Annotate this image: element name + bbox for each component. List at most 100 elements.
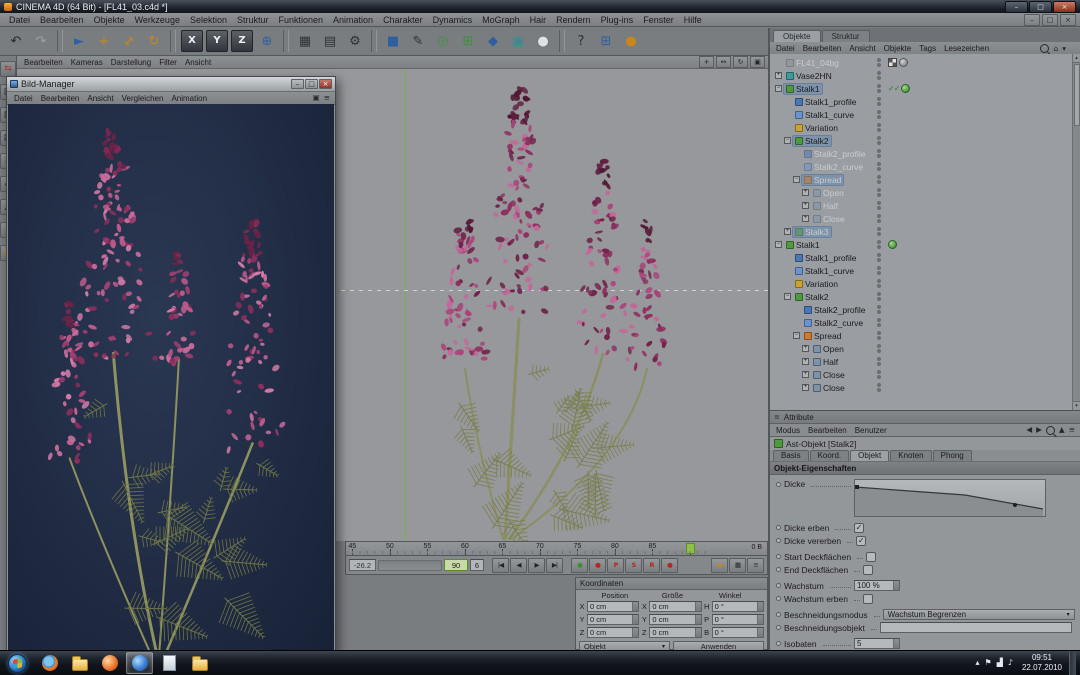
object-label[interactable]: Variation <box>805 279 838 289</box>
object-state-icons[interactable] <box>888 58 932 67</box>
object-label[interactable]: Spread <box>814 331 841 341</box>
viewport-menu-item[interactable]: Bearbeiten <box>20 58 67 67</box>
object-label[interactable]: Close <box>823 214 845 224</box>
make-editable-icon[interactable]: ⇆ <box>0 61 16 77</box>
spinner-icon[interactable] <box>757 615 763 624</box>
object-label[interactable]: Variation <box>805 123 838 133</box>
prev-frame-icon[interactable]: ◀ <box>510 558 527 573</box>
up-icon[interactable]: ▲ <box>1059 426 1065 434</box>
menu-item[interactable]: Werkzeuge <box>130 15 185 25</box>
goto-start-icon[interactable]: |◀ <box>492 558 509 573</box>
menu-item[interactable]: Animation <box>328 15 378 25</box>
object-label[interactable]: Stalk1_profile <box>805 253 857 263</box>
object-label[interactable]: Close <box>823 370 845 380</box>
visibility-dots[interactable] <box>870 240 888 249</box>
axis-modify-icon[interactable]: ● <box>619 29 643 53</box>
spinner-icon[interactable] <box>893 581 899 590</box>
menu-item[interactable]: Objekte <box>89 15 130 25</box>
object-label[interactable]: Open <box>823 188 844 198</box>
bild-manager-titlebar[interactable]: Bild-Manager –□× <box>7 77 335 92</box>
object-label[interactable]: Stalk2 <box>805 292 829 302</box>
show-desktop-button[interactable] <box>1069 651 1076 675</box>
menu-item[interactable]: Funktionen <box>274 15 329 25</box>
visibility-dots[interactable] <box>870 357 888 366</box>
object-row[interactable]: Variation <box>770 121 1072 134</box>
current-frame-field[interactable]: 90 <box>444 559 468 571</box>
property-checkbox[interactable] <box>854 523 864 533</box>
object-row[interactable]: − Stalk2 <box>770 134 1072 147</box>
window-titlebar[interactable]: CINEMA 4D (64 Bit) - [FL41_03.c4d *] –□× <box>0 0 1080 13</box>
animation-dot-icon[interactable] <box>776 625 781 630</box>
power-slider[interactable] <box>378 560 442 571</box>
scroll-up-icon[interactable]: ▴ <box>1073 54 1080 63</box>
object-label[interactable]: Half <box>823 357 838 367</box>
expander-icon[interactable]: + <box>802 215 809 222</box>
bm-maximize-button[interactable]: □ <box>305 79 318 89</box>
visibility-dots[interactable] <box>870 97 888 106</box>
expander-icon[interactable]: + <box>802 202 809 209</box>
documents-folder-icon[interactable] <box>186 652 213 674</box>
position-field[interactable]: 0 cm <box>587 627 639 638</box>
viewport-menu-item[interactable]: Darstellung <box>107 58 155 67</box>
expander-icon[interactable]: + <box>802 189 809 196</box>
tab-phong[interactable]: Phong <box>933 450 972 461</box>
animation-dot-icon[interactable] <box>776 554 781 559</box>
visibility-dots[interactable] <box>870 227 888 236</box>
separator[interactable] <box>170 30 176 52</box>
object-menu-item[interactable]: Objekte <box>880 44 916 53</box>
menu-item[interactable]: Plug-ins <box>596 15 639 25</box>
spinner-icon[interactable] <box>757 628 763 637</box>
object-label[interactable]: Stalk2_curve <box>814 318 863 328</box>
separator[interactable] <box>283 30 289 52</box>
attribute-menu-item[interactable]: Benutzer <box>851 426 891 435</box>
taskbar-clock[interactable]: 09:51 22.07.2010 <box>1022 653 1062 672</box>
tab-struktur[interactable]: Struktur <box>822 30 870 42</box>
object-label[interactable]: Stalk3 <box>805 227 829 237</box>
toggle-view-icon[interactable]: ▣ <box>750 56 765 68</box>
thickness-curve-editor[interactable] <box>854 479 1046 517</box>
range-start-field[interactable]: -26.2 <box>349 559 376 571</box>
visibility-dots[interactable] <box>870 214 888 223</box>
attribute-menu-item[interactable]: Modus <box>772 426 804 435</box>
position-field[interactable]: 0 cm <box>587 614 639 625</box>
visibility-dots[interactable] <box>870 331 888 340</box>
play-icon[interactable]: ▶ <box>528 558 545 573</box>
rotate-tool-icon[interactable]: ↻ <box>142 29 166 53</box>
spinner-icon[interactable] <box>757 602 763 611</box>
object-row[interactable]: + Close <box>770 381 1072 394</box>
visibility-dots[interactable] <box>870 266 888 275</box>
expander-icon[interactable]: + <box>802 358 809 365</box>
object-row[interactable]: − Stalk1 <box>770 238 1072 251</box>
separator[interactable] <box>57 30 63 52</box>
visibility-dots[interactable] <box>870 253 888 262</box>
visibility-dots[interactable] <box>870 149 888 158</box>
spinner-icon[interactable] <box>695 615 701 624</box>
animation-dot-icon[interactable] <box>776 525 781 530</box>
menu-item[interactable]: Hilfe <box>679 15 707 25</box>
object-row[interactable]: Stalk1_profile <box>770 251 1072 264</box>
redo-icon[interactable]: ↷ <box>29 29 53 53</box>
visibility-dots[interactable] <box>870 188 888 197</box>
timeline-list-icon[interactable]: ≡ <box>747 558 764 573</box>
object-row[interactable]: Stalk2_profile <box>770 303 1072 316</box>
timeline-grid-icon[interactable]: ▦ <box>729 558 746 573</box>
bm-close-button[interactable]: × <box>319 79 332 89</box>
expander-icon[interactable]: − <box>793 176 800 183</box>
keyframe-mode-icon[interactable]: ◆ <box>711 558 728 573</box>
property-checkbox[interactable] <box>866 552 876 562</box>
spinner-icon[interactable] <box>695 628 701 637</box>
property-field[interactable]: 100 % <box>854 580 900 591</box>
visibility-dots[interactable] <box>870 201 888 210</box>
undo-icon[interactable]: ↶ <box>4 29 28 53</box>
search-icon[interactable] <box>1046 426 1055 435</box>
visibility-dots[interactable] <box>870 58 888 67</box>
maximize-button[interactable]: □ <box>1029 1 1052 13</box>
size-field[interactable]: 0 cm <box>649 601 701 612</box>
tree-scrollbar[interactable]: ▴ ▾ <box>1072 54 1080 410</box>
mdi-close-button[interactable]: × <box>1060 14 1076 26</box>
expander-icon[interactable]: + <box>802 345 809 352</box>
object-label[interactable]: Stalk1_curve <box>805 110 854 120</box>
snap-settings-icon[interactable]: ⊞ <box>594 29 618 53</box>
object-label[interactable]: FL41_04bg <box>796 58 839 68</box>
expander-icon[interactable]: − <box>775 241 782 248</box>
